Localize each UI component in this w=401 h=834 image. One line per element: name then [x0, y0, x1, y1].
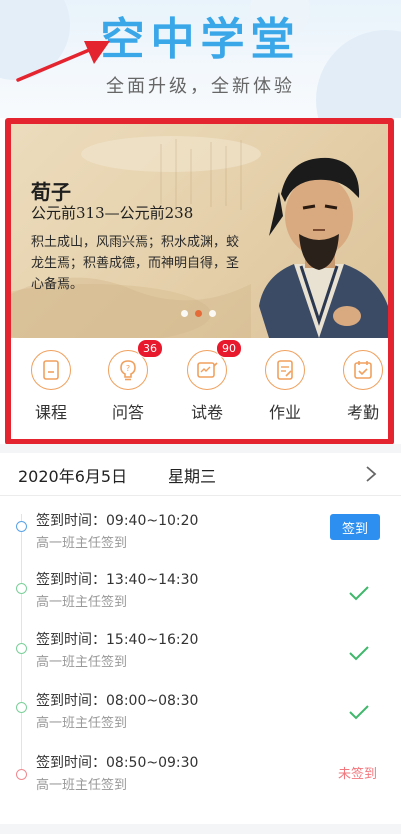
checkmark-icon [349, 705, 369, 720]
timeline-node [16, 521, 27, 532]
menu-item-qa[interactable]: ? 36 问答 [93, 339, 163, 423]
checkin-teacher: 高一班主任签到 [36, 595, 128, 610]
carousel-dot-active[interactable] [195, 310, 202, 317]
qa-count-badge: 36 [137, 339, 163, 358]
red-arrow-annotation [16, 41, 110, 82]
carousel-dot[interactable] [181, 310, 188, 317]
chevron-right-icon[interactable] [365, 465, 377, 483]
checkin-teacher: 高一班主任签到 [36, 778, 128, 793]
menu-label-homework: 作业 [268, 403, 301, 422]
menu-item-exam[interactable]: 90 试卷 [172, 339, 242, 423]
checkin-teacher: 高一班主任签到 [36, 536, 128, 551]
figure-era: 公元前313—公元前238 [31, 204, 194, 222]
highlighted-feature-panel: 荀子 公元前313—公元前238 积土成山，风雨兴焉；积水成渊，蛟龙生焉；积善成… [5, 118, 394, 445]
date-selector[interactable]: 2020年6月5日 星期三 [0, 453, 401, 496]
checkin-time: 签到时间：08:00~08:30 [36, 693, 199, 709]
menu-label-attendance: 考勤 [346, 403, 379, 422]
timeline-node [16, 769, 27, 780]
menu-label-course: 课程 [34, 403, 67, 422]
attendance-calendar-icon [354, 361, 372, 379]
homework-icon [277, 360, 293, 380]
menu-label-qa: 问答 [111, 403, 144, 422]
checkin-teacher: 高一班主任签到 [36, 716, 128, 731]
qa-icon-ring: ? 36 [108, 339, 163, 390]
exam-count-badge: 90 [216, 339, 242, 358]
carousel-indicator [181, 310, 216, 317]
attendance-row: 签到时间：08:50~09:30 高一班主任签到 未签到 [0, 752, 401, 812]
checkmark-icon [349, 646, 369, 661]
xunzi-portrait [259, 157, 388, 338]
menu-item-course[interactable]: 课程 [16, 350, 86, 423]
menu-item-attendance[interactable]: 考勤 [328, 350, 388, 423]
carousel-dot[interactable] [209, 310, 216, 317]
checkin-time: 签到时间：13:40~14:30 [36, 572, 199, 588]
bottom-divider [0, 824, 401, 834]
exam-paper-icon [197, 362, 218, 378]
checkmark-icon [349, 586, 369, 601]
timeline-node [16, 643, 27, 654]
checkin-button[interactable]: 签到 [330, 514, 380, 540]
header-area: 空中学堂 全面升级，全新体验 [0, 0, 401, 118]
exam-icon-ring: 90 [187, 339, 242, 390]
menu-label-exam: 试卷 [190, 403, 223, 422]
missed-status: 未签到 [338, 767, 378, 782]
homework-icon-ring [265, 350, 305, 390]
checkin-time: 签到时间：08:50~09:30 [36, 755, 199, 771]
attendance-row: 签到时间：15:40~16:20 高一班主任签到 [0, 627, 401, 687]
attendance-row: 签到时间：13:40~14:30 高一班主任签到 [0, 567, 401, 627]
attendance-row: 签到时间：08:00~08:30 高一班主任签到 [0, 688, 401, 748]
current-date: 2020年6月5日 [18, 467, 128, 486]
question-bulb-icon: ? [120, 360, 136, 381]
checkin-teacher: 高一班主任签到 [36, 655, 128, 670]
svg-text:?: ? [126, 364, 130, 373]
course-icon-ring [31, 350, 71, 390]
figure-name: 荀子 [31, 180, 71, 204]
attendance-icon-ring [343, 350, 383, 390]
timeline-node [16, 583, 27, 594]
timeline-node [16, 702, 27, 713]
current-weekday: 星期三 [168, 467, 217, 486]
checkin-time: 签到时间：15:40~16:20 [36, 632, 199, 648]
section-divider [0, 444, 401, 453]
feature-menu: 课程 ? 36 问答 90 试卷 作业 考勤 [11, 339, 388, 439]
course-icon [43, 360, 59, 380]
figure-quote: 积土成山，风雨兴焉；积水成渊，蛟龙生焉；积善成德，而神明自得，圣心备焉。 [31, 235, 240, 292]
attendance-row: 签到时间：09:40~10:20 高一班主任签到 签到 [0, 508, 401, 568]
banner-carousel[interactable]: 荀子 公元前313—公元前238 积土成山，风雨兴焉；积水成渊，蛟龙生焉；积善成… [11, 124, 388, 338]
checkin-time: 签到时间：09:40~10:20 [36, 513, 199, 529]
menu-item-homework[interactable]: 作业 [250, 350, 320, 423]
